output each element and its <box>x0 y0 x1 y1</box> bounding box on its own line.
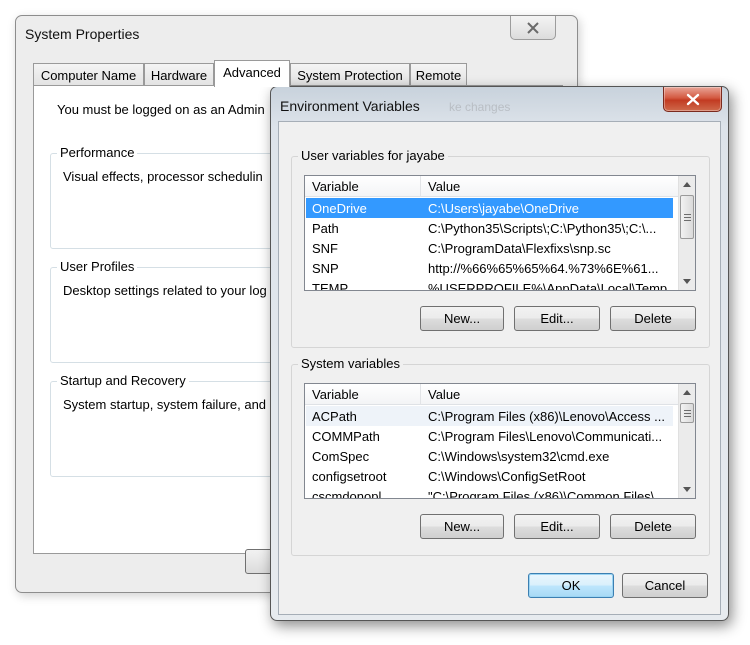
column-header-variable[interactable]: Variable <box>312 179 359 194</box>
table-row[interactable]: ACPath C:\Program Files (x86)\Lenovo\Acc… <box>306 406 673 426</box>
table-row[interactable]: TEMP %USERPROFILE%\AppData\Local\Temp <box>306 278 673 291</box>
table-row[interactable]: cscmdonopl "C:\Program Files (x86)\Commo… <box>306 486 673 499</box>
close-icon <box>527 21 539 34</box>
tab-computer-name[interactable]: Computer Name <box>33 63 144 86</box>
system-new-button[interactable]: New... <box>420 514 504 539</box>
column-header-value[interactable]: Value <box>428 387 460 402</box>
variable-value: C:\Program Files (x86)\Lenovo\Access ... <box>428 409 665 424</box>
variable-name: Path <box>312 221 339 236</box>
system-edit-button[interactable]: Edit... <box>514 514 600 539</box>
variable-value: C:\Python35\Scripts\;C:\Python35\;C:\... <box>428 221 657 236</box>
system-variables-list[interactable]: Variable Value ACPath C:\Program Files (… <box>304 383 696 499</box>
user-variables-group-title: User variables for jayabe <box>298 148 448 163</box>
user-new-button[interactable]: New... <box>420 306 504 331</box>
cancel-button[interactable]: Cancel <box>622 573 708 598</box>
performance-group-title: Performance <box>57 145 138 160</box>
variable-value: C:\ProgramData\Flexfixs\snp.sc <box>428 241 611 256</box>
environment-variables-dialog: Environment Variables ke changes User va… <box>270 86 729 621</box>
variable-name: SNP <box>312 261 339 276</box>
user-profiles-description: Desktop settings related to your log <box>63 283 267 298</box>
dialog-close-button[interactable] <box>663 87 722 112</box>
variable-value: C:\Program Files\Lenovo\Communicati... <box>428 429 663 444</box>
tab-hardware[interactable]: Hardware <box>144 63 214 86</box>
system-variables-group-title: System variables <box>298 356 403 371</box>
performance-description: Visual effects, processor schedulin <box>63 169 263 184</box>
variable-name: SNF <box>312 241 338 256</box>
dialog-title: Environment Variables <box>280 98 420 114</box>
system-variables-group: System variables Variable Value ACPath C… <box>291 356 710 556</box>
variable-name: ComSpec <box>312 449 370 464</box>
tab-advanced[interactable]: Advanced <box>214 60 290 87</box>
scroll-down-button[interactable] <box>679 273 695 290</box>
table-row[interactable]: SNF C:\ProgramData\Flexfixs\snp.sc <box>306 238 673 258</box>
table-row[interactable]: Path C:\Python35\Scripts\;C:\Python35\;C… <box>306 218 673 238</box>
scroll-up-arrow-icon <box>683 182 691 187</box>
user-variables-list[interactable]: Variable Value OneDrive C:\Users\jayabe\… <box>304 175 696 291</box>
startup-recovery-description: System startup, system failure, and <box>63 397 267 412</box>
scroll-thumb[interactable] <box>680 195 694 239</box>
startup-recovery-group-title: Startup and Recovery <box>57 373 189 388</box>
system-delete-button[interactable]: Delete <box>610 514 696 539</box>
window-title: System Properties <box>25 26 140 42</box>
variable-name: cscmdonopl <box>312 489 382 499</box>
scroll-down-arrow-icon <box>683 279 691 284</box>
scroll-up-button[interactable] <box>679 176 695 193</box>
scroll-down-button[interactable] <box>679 481 695 498</box>
user-edit-button[interactable]: Edit... <box>514 306 600 331</box>
scroll-thumb[interactable] <box>680 403 694 423</box>
tab-system-protection[interactable]: System Protection <box>290 63 410 86</box>
user-profiles-group-title: User Profiles <box>57 259 138 274</box>
variable-value: http://%66%65%65%64.%73%6E%61... <box>428 261 659 276</box>
close-icon <box>686 93 699 105</box>
list-header: Variable Value <box>305 384 695 405</box>
column-divider[interactable] <box>420 176 421 197</box>
variable-value: C:\Windows\system32\cmd.exe <box>428 449 610 464</box>
variable-name: configsetroot <box>312 469 387 484</box>
ok-button[interactable]: OK <box>528 573 614 598</box>
user-variables-group: User variables for jayabe Variable Value… <box>291 148 710 348</box>
table-row[interactable]: SNP http://%66%65%65%64.%73%6E%61... <box>306 258 673 278</box>
list-header: Variable Value <box>305 176 695 197</box>
variable-value: "C:\Program Files (x86)\Common Files\... <box>428 489 666 499</box>
variable-value: C:\Users\jayabe\OneDrive <box>428 201 579 216</box>
variable-name: OneDrive <box>312 201 367 216</box>
background-text-bleed: ke changes <box>449 100 511 114</box>
grip-line <box>684 217 691 218</box>
grip-line <box>684 220 691 221</box>
variable-value: %USERPROFILE%\AppData\Local\Temp <box>428 281 668 291</box>
table-row[interactable]: OneDrive C:\Users\jayabe\OneDrive <box>306 198 673 218</box>
grip-line <box>684 410 691 411</box>
column-header-value[interactable]: Value <box>428 179 460 194</box>
column-divider[interactable] <box>420 384 421 405</box>
column-header-variable[interactable]: Variable <box>312 387 359 402</box>
variable-value: C:\Windows\ConfigSetRoot <box>428 469 586 484</box>
grip-line <box>684 413 691 414</box>
variable-name: TEMP <box>312 281 349 291</box>
grip-line <box>684 416 691 417</box>
system-list-scrollbar[interactable] <box>678 384 695 498</box>
user-list-scrollbar[interactable] <box>678 176 695 290</box>
table-row[interactable]: ComSpec C:\Windows\system32\cmd.exe <box>306 446 673 466</box>
tab-remote[interactable]: Remote <box>410 63 467 86</box>
scroll-up-arrow-icon <box>683 390 691 395</box>
admin-notice-text: You must be logged on as an Admin <box>57 102 265 117</box>
variable-name: COMMPath <box>312 429 380 444</box>
table-row[interactable]: COMMPath C:\Program Files\Lenovo\Communi… <box>306 426 673 446</box>
dialog-body: User variables for jayabe Variable Value… <box>278 121 721 615</box>
close-button[interactable] <box>510 16 556 40</box>
grip-line <box>684 214 691 215</box>
table-row[interactable]: configsetroot C:\Windows\ConfigSetRoot <box>306 466 673 486</box>
scroll-up-button[interactable] <box>679 384 695 401</box>
scroll-down-arrow-icon <box>683 487 691 492</box>
user-delete-button[interactable]: Delete <box>610 306 696 331</box>
variable-name: ACPath <box>312 409 357 424</box>
